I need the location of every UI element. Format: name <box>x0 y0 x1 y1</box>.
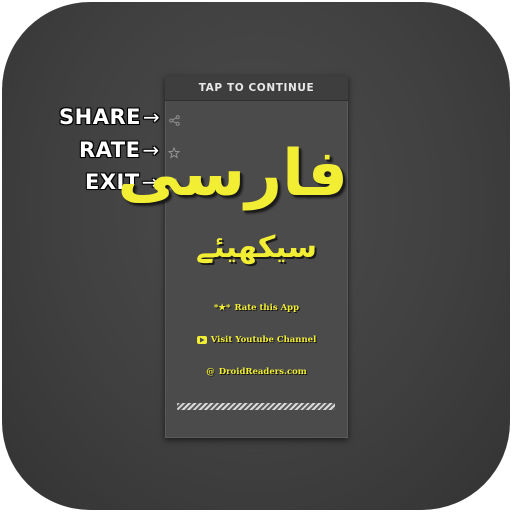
loading-bar <box>177 403 335 410</box>
app-subtitle: سیکھیئے <box>195 230 318 265</box>
share-icon[interactable] <box>168 114 180 126</box>
youtube-channel-label: Visit Youtube Channel <box>210 335 317 345</box>
youtube-icon <box>196 336 207 344</box>
website-label: DroidReaders.com <box>218 367 307 377</box>
arrow-right-icon: → <box>142 105 161 129</box>
app-screen[interactable]: TAP TO CONTINUE فارسی سیکھیئے *★* Rate t… <box>117 76 348 438</box>
stars-icon: *★* <box>213 303 231 313</box>
app-title: فارسی <box>117 137 348 211</box>
youtube-channel-link[interactable]: Visit Youtube Channel <box>165 332 348 348</box>
rate-app-link[interactable]: *★* Rate this App <box>165 300 348 316</box>
at-icon: @ <box>206 367 215 377</box>
share-annotation-label: SHARE <box>59 105 141 129</box>
rate-app-label: Rate this App <box>234 303 300 313</box>
share-annotation: SHARE → <box>59 104 160 130</box>
website-link[interactable]: @ DroidReaders.com <box>165 364 348 380</box>
tap-to-continue-bar[interactable]: TAP TO CONTINUE <box>165 76 348 101</box>
